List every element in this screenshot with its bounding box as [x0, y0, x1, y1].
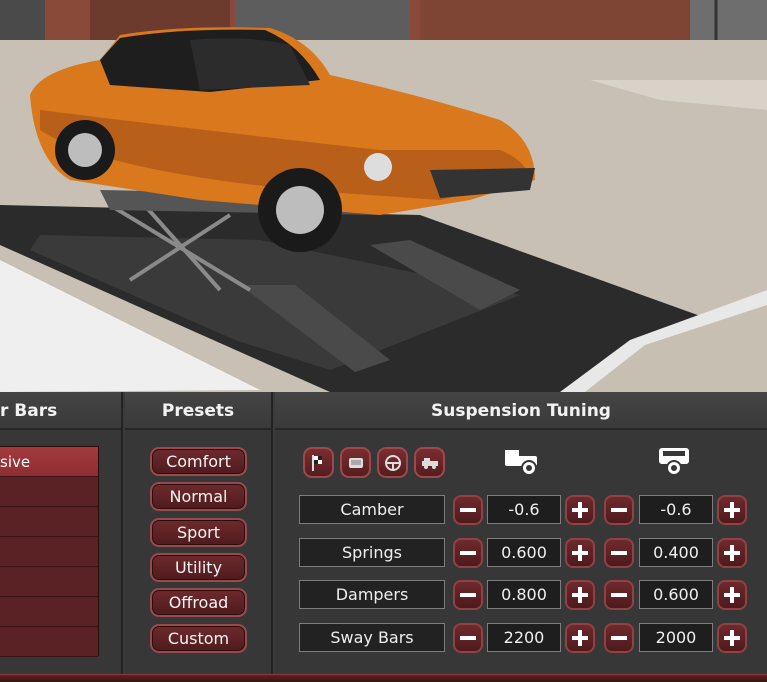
dampers-rear-value: 0.600 — [639, 580, 713, 609]
plus-icon — [724, 545, 740, 561]
springs-front-decrease-button[interactable] — [453, 538, 483, 568]
steering-wheel-icon[interactable] — [377, 447, 408, 478]
minus-icon — [460, 508, 476, 512]
bars-header: r Bars — [0, 392, 121, 430]
sway-bars-rear-value: 2000 — [639, 623, 713, 652]
minus-icon — [460, 551, 476, 555]
bars-list-item[interactable] — [0, 507, 98, 537]
plus-icon — [572, 545, 588, 561]
tuning-column: Suspension Tuning Camber -0.6 -0.6 Springs 0… — [275, 392, 767, 674]
rear-axle-car-icon — [655, 444, 695, 482]
preset-utility-button[interactable]: Utility — [150, 553, 247, 582]
springs-rear-increase-button[interactable] — [717, 538, 747, 568]
springs-front-increase-button[interactable] — [565, 538, 595, 568]
bars-column: r Bars sive — [0, 392, 123, 674]
dampers-rear-decrease-button[interactable] — [604, 580, 634, 610]
bars-list-item[interactable] — [0, 477, 98, 507]
plus-icon — [572, 587, 588, 603]
springs-rear-value: 0.400 — [639, 538, 713, 567]
camber-rear-value: -0.6 — [639, 495, 713, 524]
plus-icon — [572, 502, 588, 518]
plus-icon — [724, 502, 740, 518]
bars-list: sive — [0, 446, 99, 657]
seat-icon[interactable] — [340, 447, 371, 478]
preset-offroad-button[interactable]: Offroad — [150, 588, 247, 617]
camber-rear-decrease-button[interactable] — [604, 495, 634, 525]
minus-icon — [611, 508, 627, 512]
bars-list-item[interactable] — [0, 537, 98, 567]
plus-icon — [724, 630, 740, 646]
sway-bars-rear-increase-button[interactable] — [717, 623, 747, 653]
sway-bars-label: Sway Bars — [299, 623, 445, 652]
presets-column: Presets Comfort Normal Sport Utility Off… — [125, 392, 273, 674]
race-flag-icon[interactable] — [303, 447, 334, 478]
springs-label: Springs — [299, 538, 445, 567]
presets-header: Presets — [125, 392, 271, 430]
tow-truck-icon[interactable] — [414, 447, 445, 478]
bars-list-item[interactable] — [0, 597, 98, 627]
sway-bars-front-decrease-button[interactable] — [453, 623, 483, 653]
preset-custom-button[interactable]: Custom — [150, 624, 247, 653]
camber-front-increase-button[interactable] — [565, 495, 595, 525]
springs-front-value: 0.600 — [487, 538, 561, 567]
dampers-rear-increase-button[interactable] — [717, 580, 747, 610]
preset-normal-button[interactable]: Normal — [150, 482, 247, 511]
tuning-panel: r Bars sive Presets Comfort Normal Sport… — [0, 392, 767, 682]
car-on-lift-render — [0, 0, 767, 392]
dampers-label: Dampers — [299, 580, 445, 609]
dampers-front-decrease-button[interactable] — [453, 580, 483, 610]
bottom-tab-strip — [0, 674, 767, 682]
camber-rear-increase-button[interactable] — [717, 495, 747, 525]
front-axle-car-icon — [503, 444, 543, 482]
bars-list-item[interactable]: sive — [0, 447, 98, 477]
bars-list-item[interactable] — [0, 627, 98, 657]
minus-icon — [611, 593, 627, 597]
bars-list-item[interactable] — [0, 567, 98, 597]
camber-front-value: -0.6 — [487, 495, 561, 524]
minus-icon — [460, 593, 476, 597]
dampers-front-value: 0.800 — [487, 580, 561, 609]
sway-bars-front-value: 2200 — [487, 623, 561, 652]
dampers-front-increase-button[interactable] — [565, 580, 595, 610]
springs-rear-decrease-button[interactable] — [604, 538, 634, 568]
minus-icon — [611, 551, 627, 555]
plus-icon — [572, 630, 588, 646]
minus-icon — [460, 636, 476, 640]
plus-icon — [724, 587, 740, 603]
tuning-header: Suspension Tuning — [275, 392, 767, 430]
sway-bars-rear-decrease-button[interactable] — [604, 623, 634, 653]
minus-icon — [611, 636, 627, 640]
camber-front-decrease-button[interactable] — [453, 495, 483, 525]
camber-label: Camber — [299, 495, 445, 524]
preset-sport-button[interactable]: Sport — [150, 518, 247, 547]
sway-bars-front-increase-button[interactable] — [565, 623, 595, 653]
preset-comfort-button[interactable]: Comfort — [150, 447, 247, 476]
garage-scene — [0, 0, 767, 392]
